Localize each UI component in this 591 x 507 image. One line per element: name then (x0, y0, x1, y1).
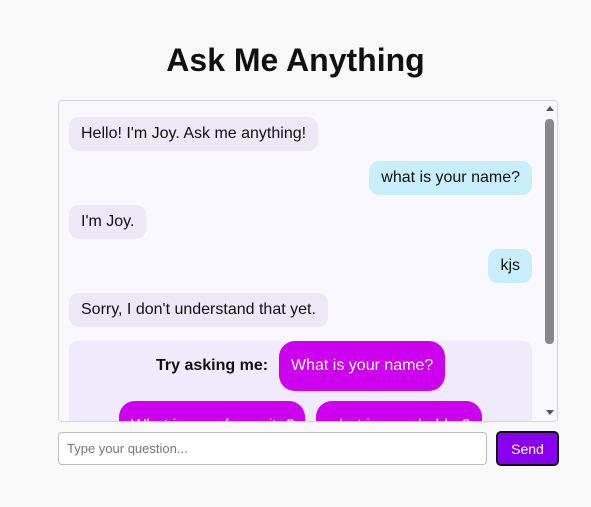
suggestions-label: Try asking me: (156, 357, 269, 374)
suggestion-chip-hobby[interactable]: what is your hobby? (316, 401, 482, 421)
scroll-down-arrow-icon[interactable] (546, 410, 554, 415)
page-title: Ask Me Anything (166, 42, 425, 78)
bot-message: I'm Joy. (69, 205, 147, 239)
user-message: kjs (488, 249, 532, 283)
suggestion-chip-favourite[interactable]: What is your favourite? (119, 401, 305, 421)
bot-message: Hello! I'm Joy. Ask me anything! (69, 117, 319, 151)
suggestion-chip-name[interactable]: What is your name? (279, 341, 445, 391)
bot-message: Sorry, I don't understand that yet. (69, 293, 328, 327)
scroll-thumb[interactable] (545, 119, 554, 344)
chat-scrollbar[interactable] (543, 101, 557, 421)
send-button[interactable]: Send (496, 431, 559, 466)
suggestions-panel: Try asking me: What is your name? What i… (69, 341, 532, 421)
message-list: Hello! I'm Joy. Ask me anything! what is… (59, 101, 543, 421)
question-input[interactable] (58, 432, 487, 465)
chat-window: Hello! I'm Joy. Ask me anything! what is… (58, 100, 558, 422)
scroll-up-arrow-icon[interactable] (546, 106, 554, 111)
user-message: what is your name? (369, 161, 532, 195)
